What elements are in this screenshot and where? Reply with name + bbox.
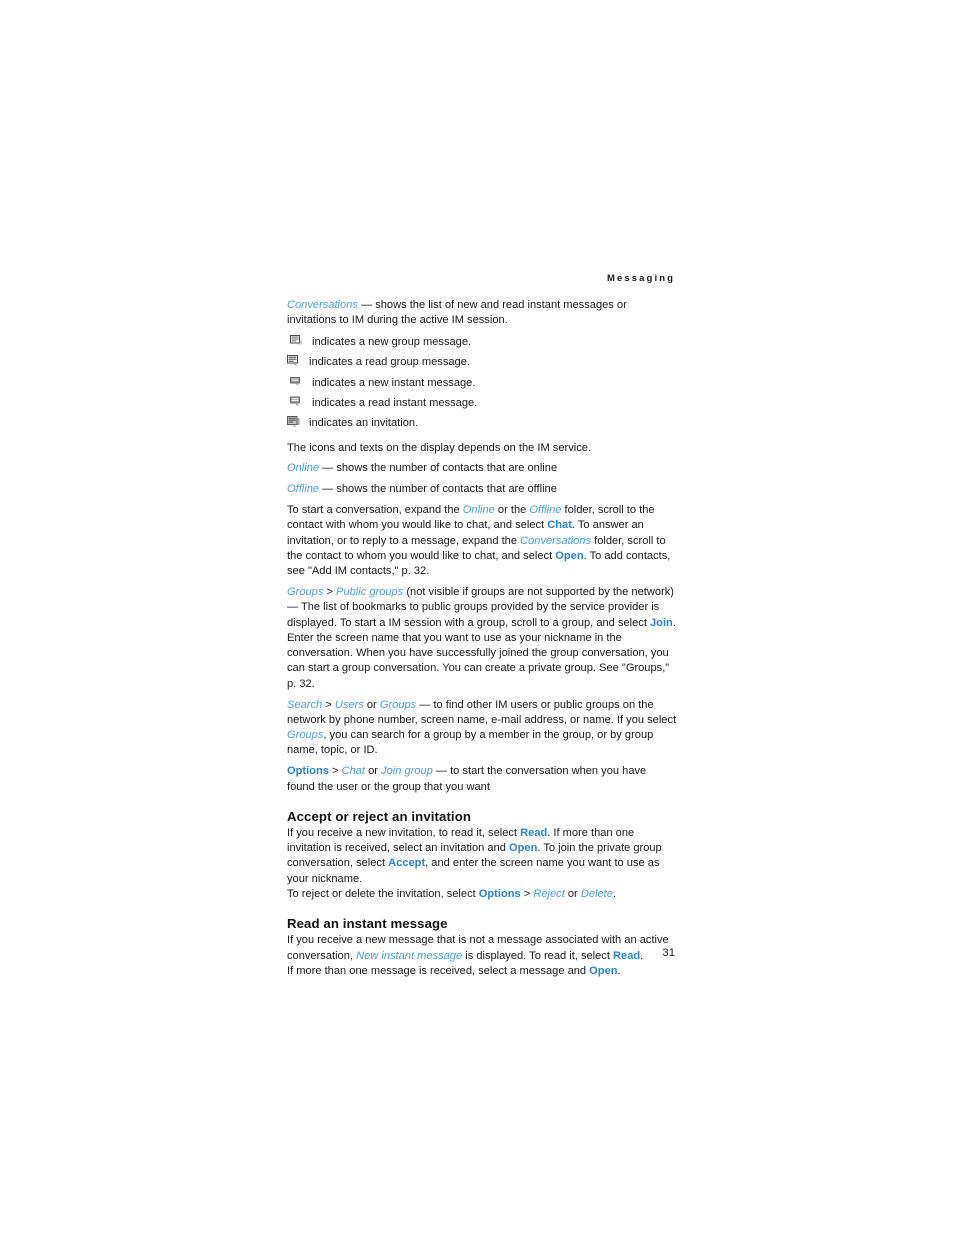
paragraph-accept-1: If you receive a new invitation, to read… xyxy=(287,826,677,887)
term-join-group: Join group xyxy=(381,765,433,778)
command-delete: Delete xyxy=(580,888,613,900)
gt-1: > xyxy=(323,585,337,598)
command-open: Open xyxy=(555,549,584,562)
term-search: Search xyxy=(287,698,323,711)
paragraph-start-conversation: To start a conversation, expand the Onli… xyxy=(287,503,677,579)
new-group-message-icon xyxy=(287,334,312,347)
paragraph-offline: Offline — shows the number of contacts t… xyxy=(287,482,677,497)
command-open-2: Open xyxy=(509,842,538,855)
command-reject: Reject xyxy=(533,888,565,900)
legend-label: indicates an invitation. xyxy=(309,417,419,430)
term-public-groups: Public groups xyxy=(336,585,404,598)
legend-item-invitation: indicates an invitation. xyxy=(287,415,677,435)
term-groups: Groups xyxy=(287,585,324,598)
document-page: Messaging Conversations — shows the list… xyxy=(0,0,954,1235)
or-3: or xyxy=(564,888,581,900)
rd-t2: is displayed. To read it, select xyxy=(462,949,614,962)
ac-t6: . xyxy=(612,888,616,900)
command-read: Read xyxy=(520,826,548,839)
ac-t5: To reject or delete the invitation, sele… xyxy=(287,888,479,900)
rd-t4: If more than one message is received, se… xyxy=(287,964,590,977)
legend-item-new-group-message: indicates a new group message. xyxy=(287,334,677,354)
dash-3: — xyxy=(319,483,337,496)
gt-3: > xyxy=(328,765,342,778)
command-read-2: Read xyxy=(613,949,641,962)
rd-t3: . xyxy=(640,949,644,962)
paragraph-accept-2: To reject or delete the invitation, sele… xyxy=(287,887,677,902)
paragraph-read-1: If you receive a new message that is not… xyxy=(287,933,677,964)
sc-t1: To start a conversation, expand the xyxy=(287,503,463,516)
gt-4: > xyxy=(520,888,534,900)
heading-accept-or-reject: Accept or reject an invitation xyxy=(287,808,472,824)
command-join: Join xyxy=(650,616,673,629)
term-online: Online xyxy=(287,462,320,475)
se-t2: , you can search for a group by a member… xyxy=(287,729,654,757)
term-offline-ref: Offline xyxy=(529,503,562,516)
term-offline: Offline xyxy=(287,483,320,496)
online-description: shows the number of contacts that are on… xyxy=(336,462,558,475)
rd-t5: . xyxy=(617,964,621,977)
page-content: Conversations — shows the list of new an… xyxy=(287,298,677,979)
command-open-3: Open xyxy=(589,964,618,977)
paragraph-icons-note: The icons and texts on the display depen… xyxy=(287,441,592,454)
term-chat: Chat xyxy=(341,765,365,778)
sc-t2: or the xyxy=(494,503,530,516)
legend-item-read-instant-message: indicates a read instant message. xyxy=(287,395,677,415)
term-groups-3: Groups xyxy=(287,729,324,742)
term-conversations: Conversations xyxy=(287,299,358,311)
invitation-icon xyxy=(287,415,309,429)
menu-options-2: Options xyxy=(478,888,521,900)
legend-item-new-instant-message: indicates a new instant message. xyxy=(287,375,677,395)
term-groups-2: Groups xyxy=(379,698,417,711)
paragraph-search: Search > Users or Groups — to find other… xyxy=(287,698,677,759)
term-new-instant-message: New instant message xyxy=(356,949,463,962)
menu-options: Options xyxy=(287,765,329,778)
paragraph-groups: Groups > Public groups (not visible if g… xyxy=(287,585,677,692)
read-instant-message-icon xyxy=(287,395,312,408)
paragraph-online: Online — shows the number of contacts th… xyxy=(287,461,677,476)
or-2: or xyxy=(365,765,382,778)
legend-label: indicates a read instant message. xyxy=(312,396,478,409)
paragraph-conversations: Conversations — shows the list of new an… xyxy=(287,298,677,329)
heading-read-instant-message: Read an instant message xyxy=(287,916,448,932)
paragraph-read-2: If more than one message is received, se… xyxy=(287,964,677,979)
term-conversations-ref: Conversations xyxy=(520,534,592,547)
or-1: or xyxy=(363,698,380,711)
gt-2: > xyxy=(322,698,335,711)
page-number: 31 xyxy=(662,947,675,959)
command-accept: Accept xyxy=(388,857,426,870)
term-online-ref: Online xyxy=(462,503,495,516)
paragraph-options: Options > Chat or Join group — to start … xyxy=(287,764,677,795)
command-chat: Chat xyxy=(547,519,572,532)
dash-1: — xyxy=(357,299,376,311)
dash-2: — xyxy=(319,462,337,475)
ac-t1: If you receive a new invitation, to read… xyxy=(287,826,521,839)
legend-label: indicates a new instant message. xyxy=(312,376,476,389)
term-users: Users xyxy=(334,698,364,711)
legend-item-read-group-message: indicates a read group message. xyxy=(287,354,677,374)
running-head: Messaging xyxy=(607,273,675,284)
legend-label: indicates a read group message. xyxy=(309,356,470,369)
legend-label: indicates a new group message. xyxy=(312,336,472,349)
new-instant-message-icon xyxy=(287,375,312,388)
read-group-message-icon xyxy=(287,354,309,367)
offline-description: shows the number of contacts that are of… xyxy=(336,483,557,496)
